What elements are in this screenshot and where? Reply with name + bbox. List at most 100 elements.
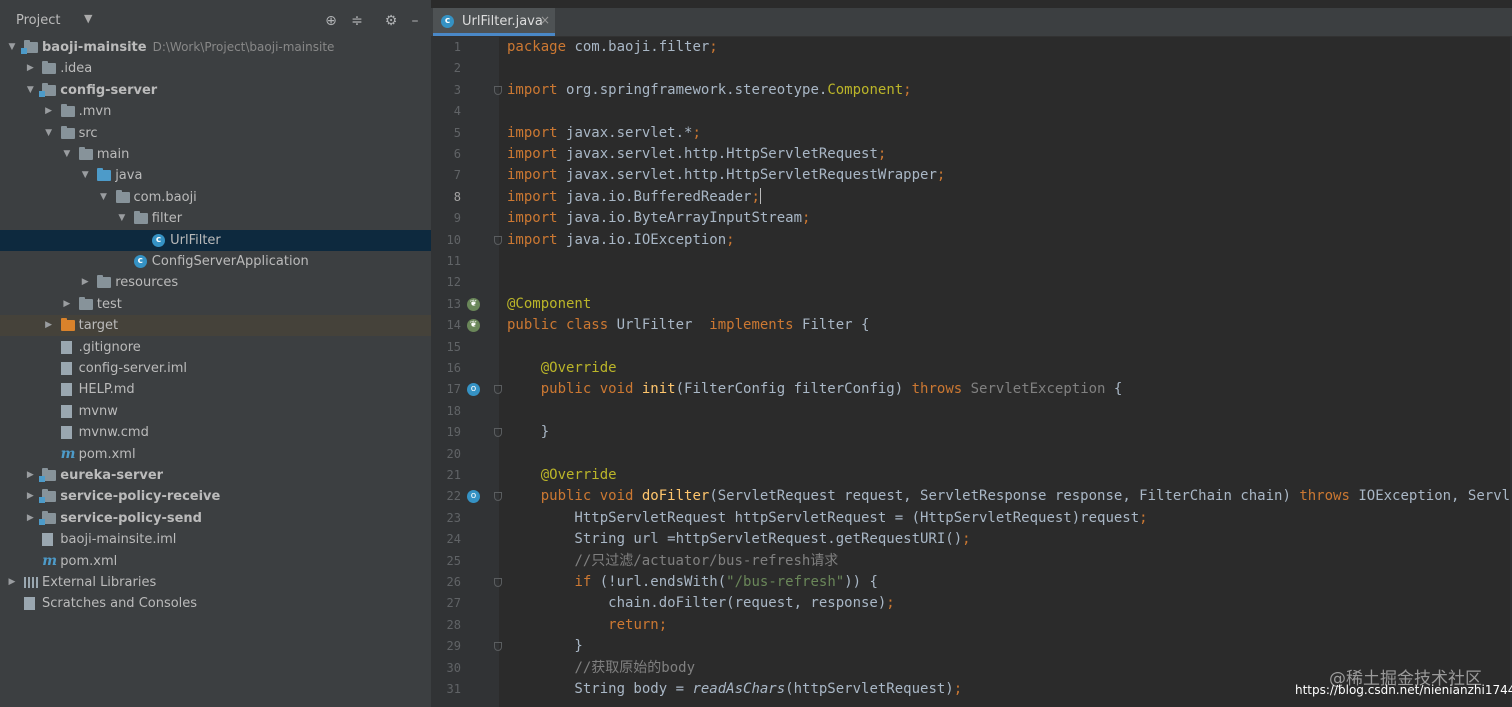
tree-item[interactable]: .gitignore <box>0 337 431 358</box>
line-number: 18 <box>446 403 461 418</box>
chevron-down-icon[interactable]: ▼ <box>116 208 128 229</box>
fold-marker-icon[interactable] <box>494 385 502 395</box>
chevron-down-icon[interactable]: ▼ <box>84 12 92 25</box>
code-token: Filter { <box>802 317 870 334</box>
tree-item[interactable]: ▶ eureka-server <box>0 465 431 486</box>
locate-icon[interactable]: ⊕ <box>322 12 340 30</box>
code-line[interactable]: String url =httpServletRequest.getReques… <box>507 529 970 550</box>
line-number: 8 <box>453 189 461 204</box>
fold-marker-icon[interactable] <box>494 85 502 95</box>
chevron-right-icon[interactable]: ▶ <box>79 272 91 293</box>
fold-marker-icon[interactable] <box>494 578 502 587</box>
tree-item[interactable]: mvnw.cmd <box>0 422 431 443</box>
fold-marker-icon[interactable] <box>494 235 502 245</box>
tree-item[interactable]: Scratches and Consoles <box>0 593 431 614</box>
tree-item[interactable]: ▼ filter <box>0 208 431 229</box>
chevron-down-icon[interactable]: ▼ <box>43 123 55 144</box>
code-line[interactable]: public class UrlFilter implements Filter… <box>507 315 869 336</box>
fold-marker-icon[interactable] <box>494 428 502 438</box>
code-line[interactable]: import javax.servlet.http.HttpServletReq… <box>507 165 945 186</box>
chevron-down-icon[interactable]: ▼ <box>6 37 18 58</box>
chevron-down-icon[interactable]: ▼ <box>79 165 91 186</box>
code-line[interactable]: @Component <box>507 294 591 315</box>
tree-item-label: pom.xml <box>78 446 136 462</box>
spring-bean-icon[interactable]: ❦ <box>467 297 480 311</box>
tree-item[interactable]: c ConfigServerApplication <box>0 251 431 272</box>
code-line[interactable]: return; <box>507 615 667 636</box>
code-line[interactable]: HttpServletRequest httpServletRequest = … <box>507 508 1147 529</box>
tree-item[interactable]: mvnw <box>0 401 431 422</box>
chevron-right-icon[interactable]: ▶ <box>24 486 36 507</box>
code-line[interactable]: } <box>507 636 582 657</box>
tree-item[interactable]: ▶ service-policy-send <box>0 508 431 529</box>
tree-item[interactable]: ▼ com.baoji <box>0 187 431 208</box>
tree-item[interactable]: ▼ main <box>0 144 431 165</box>
spring-class-icon: c <box>133 255 147 268</box>
code-line[interactable]: if (!url.endsWith("/bus-refresh")) { <box>507 572 878 593</box>
tree-item[interactable]: m pom.xml <box>0 444 431 465</box>
fold-marker-icon[interactable] <box>494 492 502 502</box>
tree-item[interactable]: ▼ config-server <box>0 80 431 101</box>
gear-icon[interactable]: ⚙ <box>382 12 400 30</box>
tree-item[interactable]: ▶ target <box>0 315 431 337</box>
tree-item[interactable]: config-server.iml <box>0 358 431 379</box>
collapse-icon[interactable]: ≑ <box>348 12 366 30</box>
tree-item[interactable]: ▶ .mvn <box>0 101 431 122</box>
tree-item-label: .gitignore <box>78 339 141 355</box>
code-line[interactable]: package com.baoji.filter; <box>507 37 718 58</box>
tree-item[interactable]: ▶ resources <box>0 272 431 293</box>
chevron-right-icon[interactable]: ▶ <box>6 572 18 593</box>
editor-gutter[interactable]: 1 2 3 4 5 6 7 8 9 10 11 12 13 14 15 16 17 18 19 20 21 22 23 24 2… <box>431 37 502 707</box>
tree-item[interactable]: m pom.xml <box>0 551 431 572</box>
tree-item[interactable]: baoji-mainsite.iml <box>0 529 431 550</box>
code-line[interactable]: import java.io.BufferedReader; <box>507 187 761 208</box>
tree-item[interactable]: ▶ .idea <box>0 58 431 79</box>
tree-item-label: com.baoji <box>133 189 197 205</box>
chevron-right-icon[interactable]: ▶ <box>24 508 36 529</box>
chevron-right-icon[interactable]: ▶ <box>43 101 55 122</box>
tree-item[interactable]: ▼ src <box>0 123 431 144</box>
code-line[interactable]: @Override <box>507 465 617 486</box>
tree-item[interactable]: ▼ baoji-mainsite D:\Work\Project\baoji-mai… <box>0 37 431 58</box>
chevron-right-icon[interactable]: ▶ <box>24 465 36 486</box>
code-token: )) { <box>844 574 878 590</box>
code-line[interactable]: } <box>507 422 549 443</box>
tab-urlfilter-java[interactable]: c UrlFilter.java × <box>433 8 555 36</box>
chevron-right-icon[interactable]: ▶ <box>61 294 73 315</box>
code-line[interactable]: import javax.servlet.http.HttpServletReq… <box>507 144 886 165</box>
fold-marker-icon[interactable] <box>494 642 502 652</box>
tree-item[interactable]: ▶ service-policy-receive <box>0 486 431 507</box>
code-line[interactable]: //只过滤/actuator/bus-refresh请求 <box>507 551 838 572</box>
chevron-right-icon[interactable]: ▶ <box>43 315 55 336</box>
tree-item[interactable]: ▼ java <box>0 165 431 186</box>
hide-icon[interactable]: – <box>406 12 424 30</box>
close-icon[interactable]: × <box>540 13 550 27</box>
code-line[interactable]: import org.springframework.stereotype.Co… <box>507 80 912 101</box>
spring-bean-icon[interactable]: ❦ <box>467 319 480 333</box>
code-line[interactable]: public void init(FilterConfig filterConf… <box>507 379 1123 400</box>
code-line[interactable]: import javax.servlet.*; <box>507 123 701 144</box>
tree-item[interactable]: ▶ External Libraries <box>0 572 431 593</box>
tree-item[interactable]: HELP.md <box>0 379 431 400</box>
code-line[interactable]: String body = readAsChars(httpServletReq… <box>507 679 962 700</box>
tree-item-label: src <box>78 125 98 141</box>
project-view-selector[interactable]: Project <box>16 13 60 28</box>
line-number: 25 <box>446 553 461 568</box>
code-line[interactable]: public void doFilter(ServletRequest requ… <box>507 486 1512 507</box>
code-line[interactable]: import java.io.ByteArrayInputStream; <box>507 208 810 229</box>
code-line[interactable]: import java.io.IOException; <box>507 230 735 251</box>
tree-item[interactable]: c UrlFilter <box>0 229 431 251</box>
line-number: 2 <box>453 61 461 76</box>
code-line[interactable]: chain.doFilter(request, response); <box>507 593 895 614</box>
implements-method-icon[interactable]: o <box>467 490 480 504</box>
chevron-right-icon[interactable]: ▶ <box>24 58 36 79</box>
tree-item[interactable]: ▶ test <box>0 294 431 315</box>
chevron-down-icon[interactable]: ▼ <box>98 187 110 208</box>
chevron-down-icon[interactable]: ▼ <box>61 144 73 165</box>
code-line[interactable]: //获取原始的body <box>507 658 695 679</box>
implements-method-icon[interactable]: o <box>467 383 480 397</box>
libraries-icon <box>24 577 38 588</box>
code-line[interactable]: @Override <box>507 358 617 379</box>
chevron-down-icon[interactable]: ▼ <box>24 80 36 101</box>
